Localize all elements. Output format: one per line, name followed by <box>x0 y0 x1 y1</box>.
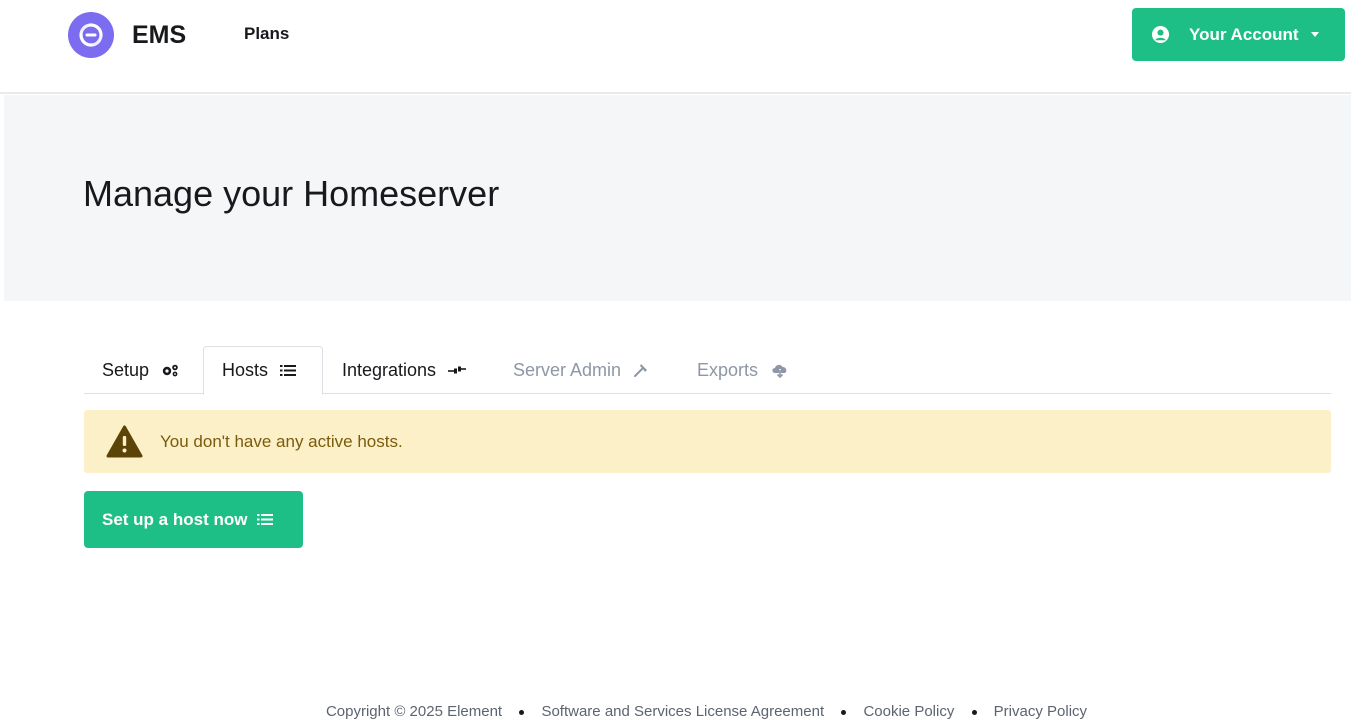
tab-integrations[interactable]: Integrations <box>342 346 467 394</box>
nav-link-plans[interactable]: Plans <box>244 24 289 44</box>
chevron-down-icon <box>1310 32 1319 37</box>
footer-link-cookie-policy[interactable]: Cookie Policy <box>863 703 954 720</box>
tab-label: Exports <box>697 359 759 380</box>
page-header: Manage your Homeserver <box>4 95 1351 301</box>
footer-separator <box>519 709 525 715</box>
tab-label: Setup <box>102 359 150 380</box>
your-account-dropdown-button[interactable]: Your Account <box>1132 8 1345 61</box>
set-up-host-button[interactable]: Set up a host now <box>84 491 303 548</box>
list-icon <box>280 364 297 377</box>
cloud-download-icon <box>770 362 790 378</box>
element-logo-icon <box>68 12 114 58</box>
plug-icon <box>448 364 467 376</box>
brand-name: EMS <box>132 20 187 49</box>
tab-hosts[interactable]: Hosts <box>203 346 323 395</box>
footer-copyright: Copyright © 2025 Element <box>325 703 503 720</box>
tab-server-admin[interactable]: Server Admin <box>513 346 649 394</box>
no-active-hosts-alert: You don't have any active hosts. <box>84 410 1331 473</box>
account-label: Your Account <box>1189 24 1299 44</box>
alert-message: You don't have any active hosts. <box>160 431 403 451</box>
user-circle-icon <box>1151 25 1170 44</box>
set-up-host-label: Set up a host now <box>102 509 248 529</box>
tab-setup[interactable]: Setup <box>84 346 196 394</box>
tab-exports[interactable]: Exports <box>697 346 790 394</box>
tab-label: Server Admin <box>513 359 622 380</box>
brand-home-link[interactable]: EMS <box>68 12 186 58</box>
gears-icon <box>161 363 180 377</box>
tab-label: Hosts <box>222 360 269 380</box>
page-footer: Copyright © 2025 Element Software and Se… <box>0 703 1351 720</box>
footer-link-privacy-policy[interactable]: Privacy Policy <box>994 703 1087 720</box>
footer-link-license[interactable]: Software and Services License Agreement <box>541 703 824 720</box>
hammer-icon <box>633 362 649 378</box>
footer-separator <box>971 709 977 715</box>
list-icon <box>257 513 274 526</box>
page-title: Manage your Homeserver <box>83 173 500 214</box>
tab-bar: Setup Hosts Integrations Server Admin Ex… <box>84 346 1331 395</box>
footer-separator <box>841 709 847 715</box>
top-navbar: EMS Plans Your Account <box>0 0 1351 94</box>
warning-icon <box>106 425 143 457</box>
tab-label: Integrations <box>342 359 437 380</box>
